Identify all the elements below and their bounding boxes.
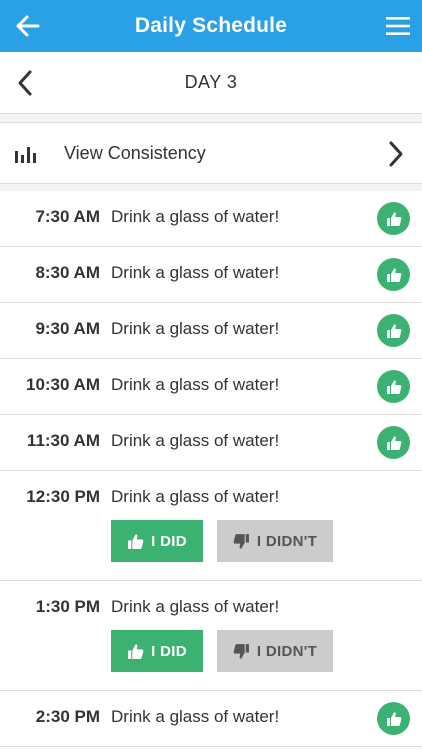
day-navigator: DAY 3 <box>0 52 422 114</box>
completed-thumbs-up-icon[interactable] <box>377 314 410 347</box>
thumbs-up-icon <box>128 533 144 549</box>
i-didnt-label: I DIDN'T <box>256 532 318 550</box>
schedule-item: 9:30 AM Drink a glass of water! <box>0 303 422 359</box>
page-title: Daily Schedule <box>134 14 288 37</box>
schedule-item: 10:30 AM Drink a glass of water! <box>0 359 422 415</box>
schedule-time: 7:30 AM <box>35 207 100 226</box>
schedule-item: 12:30 PM Drink a glass of water! I DID I DI… <box>0 471 422 581</box>
schedule-item: 7:30 AM Drink a glass of water! <box>0 191 422 247</box>
back-arrow-icon[interactable] <box>14 12 42 40</box>
day-label: DAY 3 <box>184 72 238 92</box>
schedule-time: 10:30 AM <box>25 375 100 394</box>
schedule-list: 7:30 AM Drink a glass of water! 8:30 AM Dri… <box>0 191 422 747</box>
schedule-item: 11:30 AM Drink a glass of water! <box>0 415 422 471</box>
schedule-time: 1:30 PM <box>35 597 100 616</box>
schedule-task: Drink a glass of water! <box>111 319 280 338</box>
completed-thumbs-up-icon[interactable] <box>377 258 410 291</box>
app-bar: Daily Schedule <box>0 0 422 52</box>
schedule-task: Drink a glass of water! <box>111 707 280 726</box>
thumbs-down-icon <box>233 533 249 549</box>
previous-day-chevron-icon[interactable] <box>14 69 38 97</box>
section-divider <box>0 114 422 122</box>
schedule-task: Drink a glass of water! <box>111 375 280 394</box>
schedule-task: Drink a glass of water! <box>111 487 280 506</box>
completed-thumbs-up-icon[interactable] <box>377 370 410 403</box>
schedule-task: Drink a glass of water! <box>111 597 280 616</box>
view-consistency-label: View Consistency <box>64 143 206 163</box>
schedule-item: 1:30 PM Drink a glass of water! I DID I DID… <box>0 581 422 691</box>
view-consistency-row[interactable]: View Consistency <box>0 122 422 184</box>
schedule-task: Drink a glass of water! <box>111 431 280 450</box>
i-did-button[interactable]: I DID <box>111 520 203 562</box>
schedule-item: 2:30 PM Drink a glass of water! <box>0 691 422 747</box>
schedule-time: 9:30 AM <box>35 319 100 338</box>
i-didnt-button[interactable]: I DIDN'T <box>217 630 333 672</box>
schedule-task: Drink a glass of water! <box>111 263 280 282</box>
hamburger-menu-icon[interactable] <box>384 12 412 40</box>
bar-chart-icon <box>15 147 36 163</box>
section-divider <box>0 184 422 191</box>
i-didnt-button[interactable]: I DIDN'T <box>217 520 333 562</box>
thumbs-up-icon <box>128 643 144 659</box>
schedule-time: 11:30 AM <box>26 431 100 450</box>
i-didnt-label: I DIDN'T <box>256 642 318 660</box>
completed-thumbs-up-icon[interactable] <box>377 426 410 459</box>
i-did-label: I DID <box>151 642 187 660</box>
schedule-time: 12:30 PM <box>26 487 100 506</box>
schedule-task: Drink a glass of water! <box>111 207 280 226</box>
i-did-label: I DID <box>151 532 187 550</box>
thumbs-down-icon <box>233 643 249 659</box>
schedule-time: 2:30 PM <box>35 707 100 726</box>
schedule-item: 8:30 AM Drink a glass of water! <box>0 247 422 303</box>
completed-thumbs-up-icon[interactable] <box>377 702 410 735</box>
schedule-time: 8:30 AM <box>35 263 100 282</box>
i-did-button[interactable]: I DID <box>111 630 203 672</box>
completed-thumbs-up-icon[interactable] <box>377 202 410 235</box>
chevron-right-icon[interactable] <box>386 140 406 168</box>
